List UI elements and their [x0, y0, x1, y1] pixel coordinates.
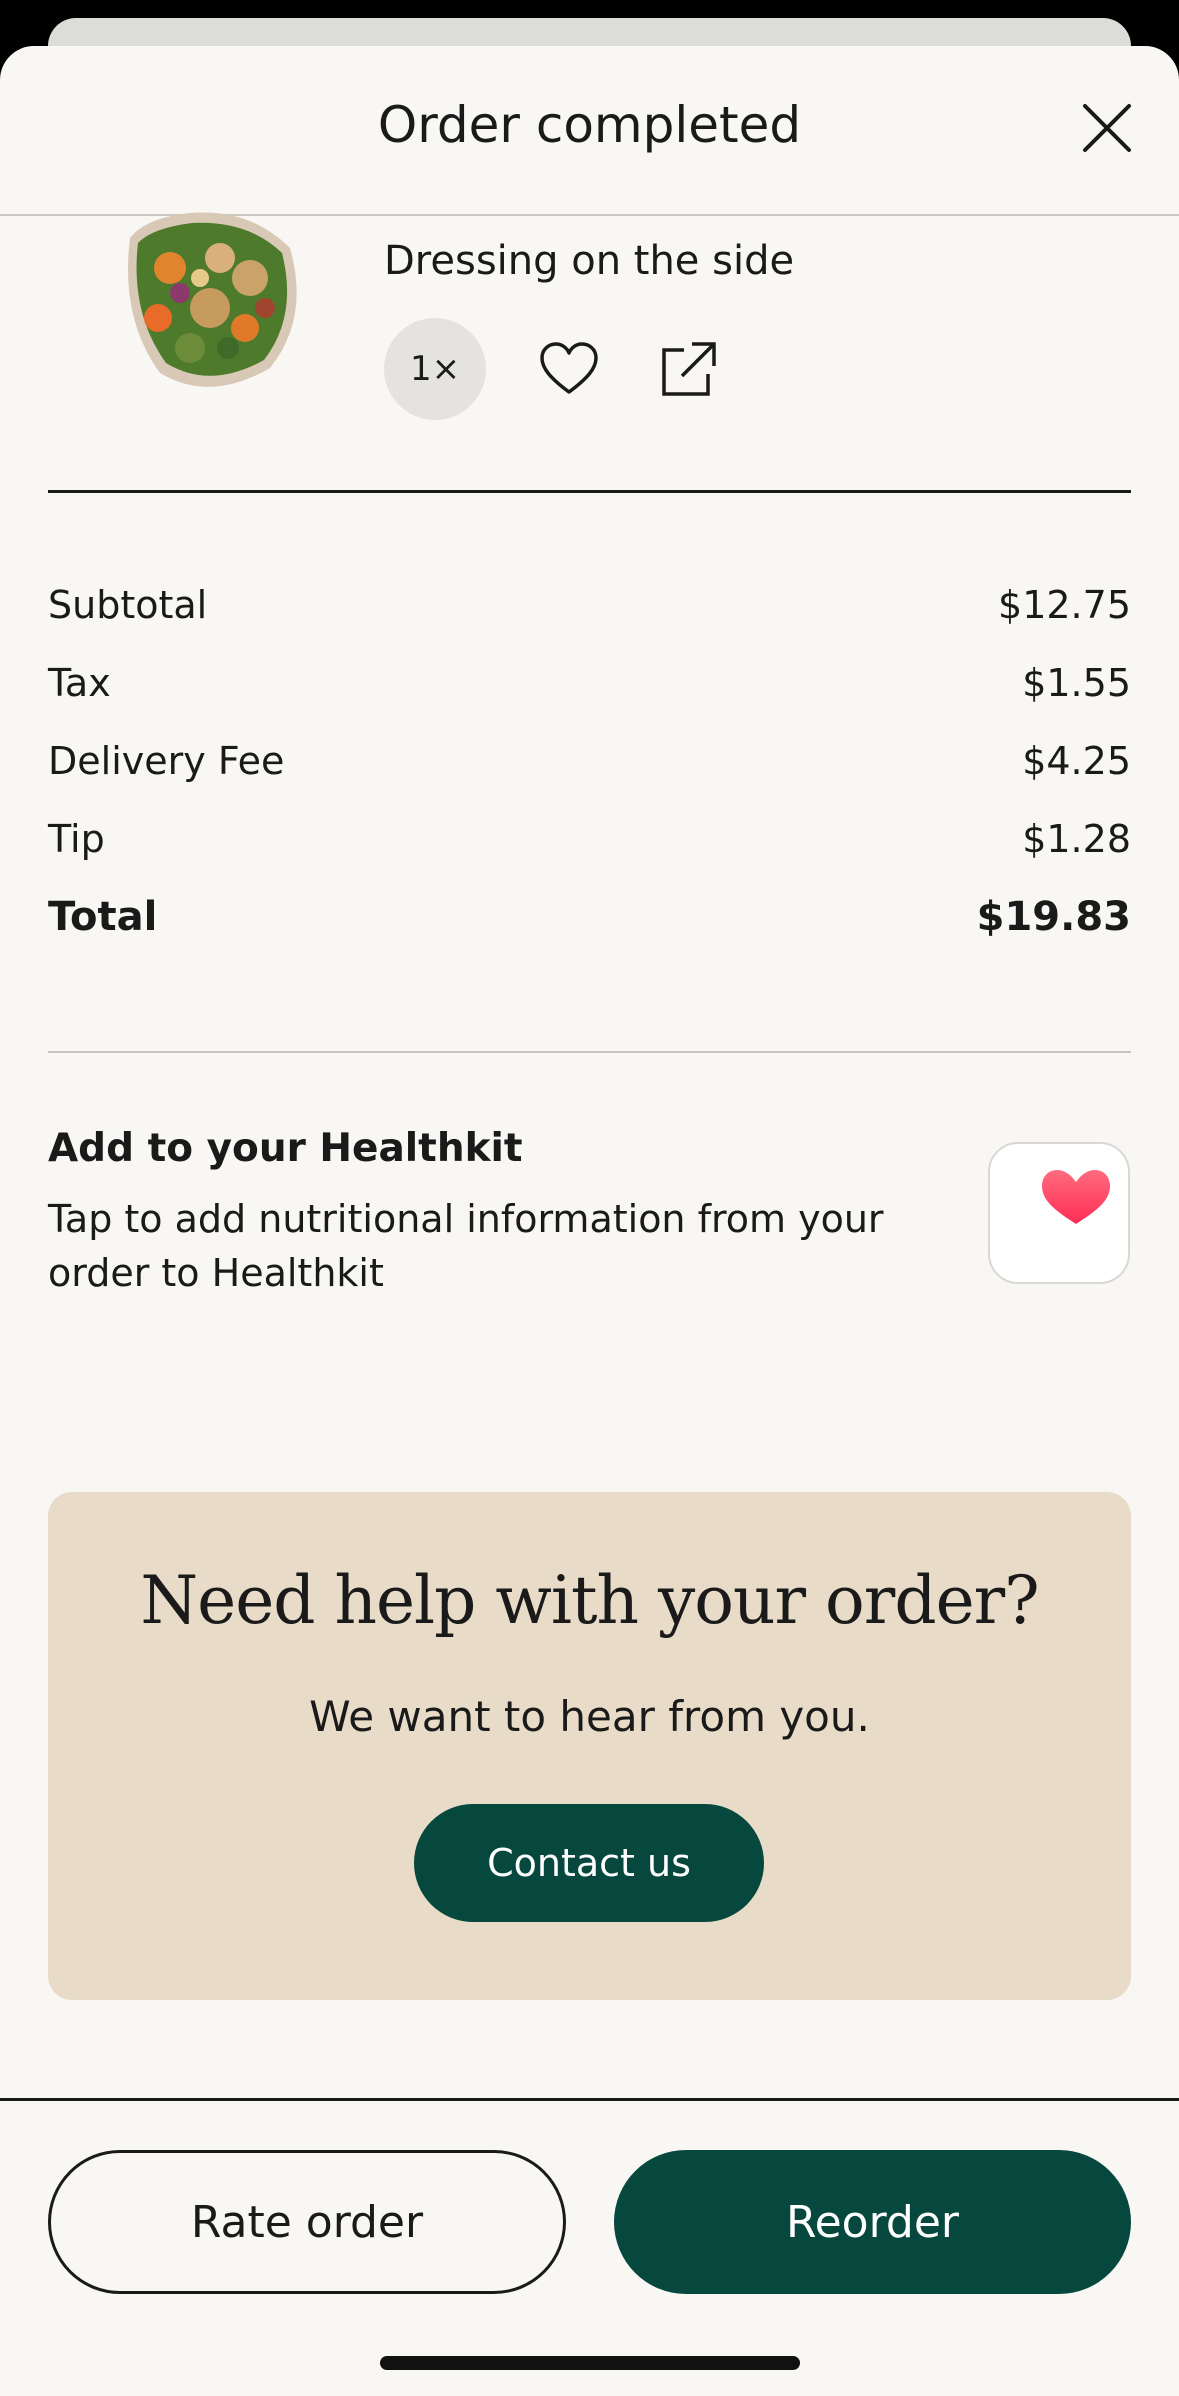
summary-row-delivery-fee: Delivery Fee $4.25 — [48, 722, 1131, 800]
sheet-header: Order completed — [0, 46, 1179, 216]
price-summary: Subtotal $12.75 Tax $1.55 Delivery Fee $… — [48, 566, 1131, 956]
divider — [48, 1051, 1131, 1053]
healthkit-description: Tap to add nutritional information from … — [48, 1197, 884, 1295]
heart-outline-icon — [540, 342, 598, 394]
reorder-button[interactable]: Reorder — [614, 2150, 1131, 2294]
total-label: Total — [48, 894, 158, 940]
help-card: Need help with your order? We want to he… — [48, 1492, 1131, 2000]
close-icon — [1083, 104, 1131, 152]
quantity-badge: 1× — [384, 318, 486, 420]
close-button[interactable] — [1079, 100, 1135, 156]
summary-row-tip: Tip $1.28 — [48, 800, 1131, 878]
healthkit-button[interactable] — [988, 1142, 1130, 1284]
summary-label: Subtotal — [48, 583, 208, 627]
health-heart-icon — [1042, 1170, 1110, 1224]
help-subtitle: We want to hear from you. — [309, 1692, 870, 1741]
total-value: $19.83 — [976, 894, 1131, 940]
share-icon — [662, 342, 716, 396]
order-item: Dressing on the side 1× — [0, 212, 1179, 478]
summary-value: $12.75 — [998, 583, 1131, 627]
summary-row-total: Total $19.83 — [48, 878, 1131, 956]
item-modifier: Dressing on the side — [384, 238, 795, 284]
page-title: Order completed — [377, 96, 802, 154]
summary-label: Delivery Fee — [48, 739, 285, 783]
summary-value: $1.28 — [1022, 817, 1131, 861]
rate-order-button[interactable]: Rate order — [48, 2150, 566, 2294]
summary-label: Tip — [48, 817, 105, 861]
help-title: Need help with your order? — [140, 1562, 1039, 1639]
summary-value: $4.25 — [1022, 739, 1131, 783]
summary-label: Tax — [48, 661, 111, 705]
favorite-button[interactable] — [538, 340, 600, 398]
salad-bowl-image — [128, 212, 297, 387]
order-sheet: Order completed Dressing on the side 1× — [0, 46, 1179, 2396]
home-indicator[interactable] — [380, 2356, 800, 2370]
share-button[interactable] — [658, 338, 720, 400]
summary-row-tax: Tax $1.55 — [48, 644, 1131, 722]
divider — [48, 490, 1131, 493]
contact-us-button[interactable]: Contact us — [414, 1804, 764, 1922]
healthkit-title: Add to your Healthkit — [48, 1126, 523, 1171]
footer-divider — [0, 2098, 1179, 2101]
summary-value: $1.55 — [1022, 661, 1131, 705]
summary-row-subtotal: Subtotal $12.75 — [48, 566, 1131, 644]
